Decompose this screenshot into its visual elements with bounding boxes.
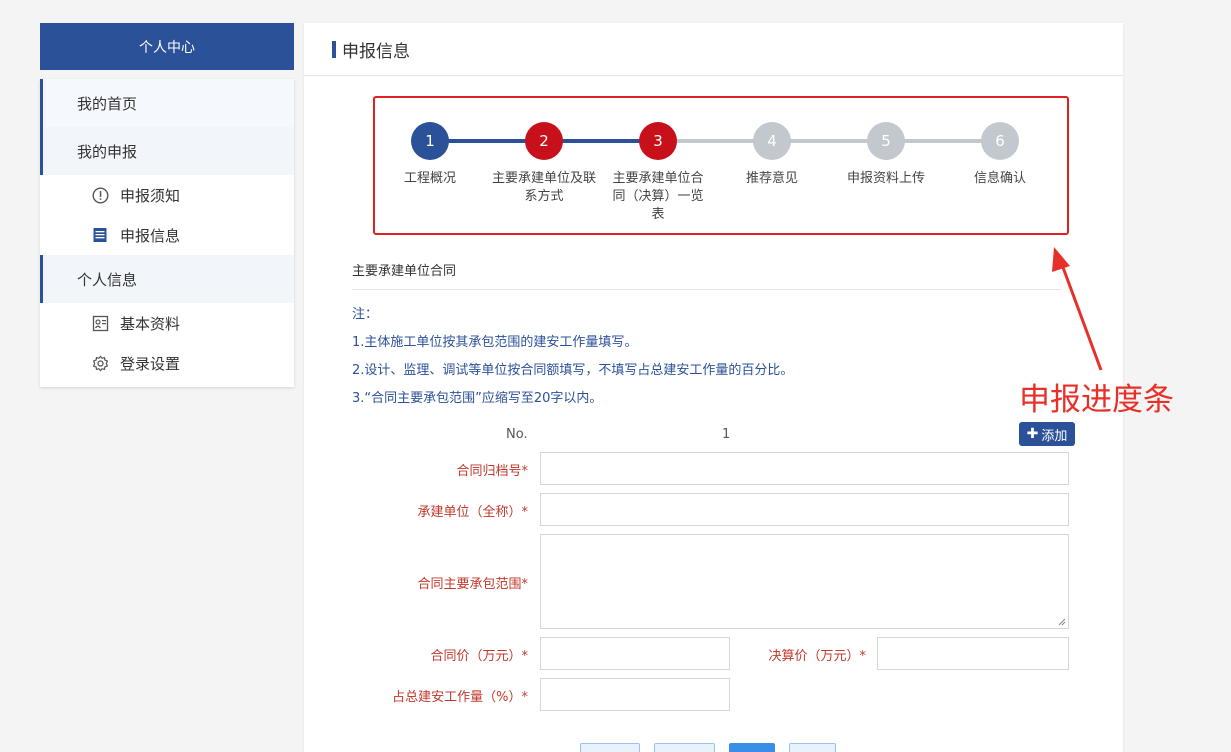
step-label: 工程概况 — [403, 171, 456, 186]
step-3[interactable]: 3 主要承建单位合同（决算）一览表 — [603, 122, 713, 224]
step-circle: 4 — [753, 122, 791, 160]
step-circle: 2 — [525, 122, 563, 160]
percent-label: 占总建安工作量（%）* — [392, 690, 528, 705]
sidebar: 个人中心 我的首页 我的申报 申报须知 申报信息 个人信息 基本资料 登录设置 — [40, 23, 294, 387]
note-item: 1.主体施工单位按其承包范围的建安工作量填写。 — [352, 335, 638, 350]
add-button-label: 添加 — [1041, 428, 1068, 444]
sidebar-item-label: 登录设置 — [120, 354, 181, 373]
step-label: 主要承建单位及联系方式 — [491, 171, 596, 204]
sidebar-item-declaration-info[interactable]: 申报信息 — [40, 215, 294, 255]
sidebar-menu: 我的首页 我的申报 申报须知 申报信息 个人信息 基本资料 登录设置 — [40, 79, 294, 387]
step-circle: 3 — [639, 122, 677, 160]
title-accent-bar — [332, 40, 336, 58]
step-label: 推荐意见 — [745, 171, 798, 186]
page-title: 申报信息 — [304, 23, 1123, 76]
price-label: 合同价（万元）* — [430, 649, 528, 664]
sidebar-item-my-declaration[interactable]: 我的申报 — [40, 127, 294, 175]
exclamation-circle-icon — [91, 186, 109, 204]
bottom-button[interactable] — [580, 743, 640, 752]
sidebar-item-label: 我的首页 — [77, 94, 138, 113]
notes: 注： 1.主体施工单位按其承包范围的建安工作量填写。 2.设计、监理、调试等单位… — [352, 301, 793, 413]
step-circle: 5 — [867, 122, 905, 160]
main-panel: 申报信息 1 工程概况 2 主要承建单位及联系方式 3 主要承建单位合同（决算）… — [304, 23, 1123, 752]
list-doc-icon — [91, 226, 109, 244]
id-card-icon — [91, 314, 109, 332]
resize-handle-icon[interactable] — [1058, 618, 1066, 626]
bottom-button-primary[interactable] — [729, 743, 775, 752]
sidebar-item-label: 申报信息 — [120, 226, 181, 245]
sidebar-item-login-settings[interactable]: 登录设置 — [40, 343, 294, 383]
section-title: 主要承建单位合同 — [352, 260, 1062, 290]
scope-textarea[interactable] — [540, 534, 1069, 629]
add-button[interactable]: ✚ 添加 — [1019, 422, 1075, 446]
gear-icon — [91, 354, 109, 372]
step-label: 申报资料上传 — [846, 171, 925, 186]
contractor-input[interactable] — [540, 493, 1069, 526]
sidebar-item-label: 我的申报 — [77, 142, 138, 161]
sidebar-header: 个人中心 — [40, 23, 294, 70]
sidebar-item-home[interactable]: 我的首页 — [40, 79, 294, 127]
percent-input[interactable] — [540, 678, 730, 711]
step-label: 信息确认 — [973, 171, 1026, 186]
sidebar-item-label: 个人信息 — [77, 270, 138, 289]
sidebar-item-declaration-notice[interactable]: 申报须知 — [40, 175, 294, 215]
row-number-label: No. — [506, 427, 528, 442]
step-4[interactable]: 4 推荐意见 — [717, 122, 827, 188]
annotation-label: 申报进度条 — [1019, 382, 1174, 418]
bottom-button[interactable] — [789, 743, 836, 752]
final-price-input[interactable] — [877, 637, 1069, 670]
step-6[interactable]: 6 信息确认 — [945, 122, 1055, 188]
step-2[interactable]: 2 主要承建单位及联系方式 — [489, 122, 599, 206]
progress-steps: 1 工程概况 2 主要承建单位及联系方式 3 主要承建单位合同（决算）一览表 4… — [373, 96, 1069, 235]
step-5[interactable]: 5 申报资料上传 — [831, 122, 941, 188]
final-price-label: 决算价（万元）* — [768, 649, 866, 664]
row-number-value: 1 — [722, 427, 731, 442]
step-circle: 6 — [981, 122, 1019, 160]
sidebar-item-personal-info[interactable]: 个人信息 — [40, 255, 294, 303]
bottom-button[interactable] — [654, 743, 715, 752]
sidebar-item-basic-profile[interactable]: 基本资料 — [40, 303, 294, 343]
note-item: 3.“合同主要承包范围”应缩写至20字以内。 — [352, 391, 603, 406]
sidebar-item-label: 基本资料 — [120, 314, 181, 333]
archive-no-label: 合同归档号* — [456, 464, 528, 479]
note-item: 2.设计、监理、调试等单位按合同额填写，不填写占总建安工作量的百分比。 — [352, 363, 794, 378]
archive-no-input[interactable] — [540, 452, 1069, 485]
step-1[interactable]: 1 工程概况 — [375, 122, 485, 188]
price-input[interactable] — [540, 637, 730, 670]
page-title-text: 申报信息 — [342, 41, 410, 62]
scope-label: 合同主要承包范围* — [417, 577, 528, 592]
plus-icon: ✚ — [1026, 426, 1039, 442]
contractor-label: 承建单位（全称）* — [417, 505, 528, 520]
note-heading: 注： — [352, 307, 379, 322]
step-circle: 1 — [411, 122, 449, 160]
step-label: 主要承建单位合同（决算）一览表 — [612, 171, 704, 222]
sidebar-item-label: 申报须知 — [120, 186, 181, 205]
